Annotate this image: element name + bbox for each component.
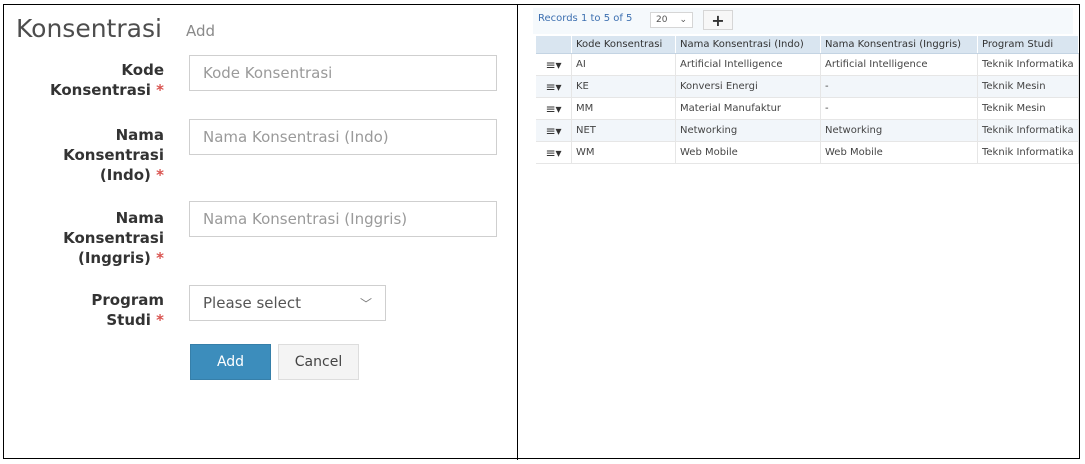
row-menu-icon[interactable]: ≡▾: [536, 97, 572, 120]
menu-column-header: [536, 36, 572, 54]
required-mark: *: [156, 81, 164, 99]
add-record-button[interactable]: +: [703, 10, 733, 30]
records-count: Records 1 to 5 of 5: [538, 13, 633, 24]
nama-konsentrasi-indo-input[interactable]: [189, 119, 497, 155]
cell-nama-inggris: Networking: [820, 119, 978, 142]
cell-nama-indo: Konversi Energi: [675, 75, 821, 98]
kode-konsentrasi-input[interactable]: [189, 55, 497, 91]
required-mark: *: [156, 249, 164, 267]
required-mark: *: [156, 311, 164, 329]
table-row: ≡▾ AI Artificial Intelligence Artificial…: [536, 53, 1079, 76]
cell-nama-inggris: Artificial Intelligence: [820, 53, 978, 76]
row-menu-icon[interactable]: ≡▾: [536, 53, 572, 76]
cell-program-studi: Teknik Informatika: [977, 141, 1079, 164]
select-value: Please select: [203, 294, 302, 312]
page-size-select[interactable]: 20 ⌄: [650, 12, 693, 28]
column-header[interactable]: Kode Konsentrasi: [571, 36, 676, 54]
cell-program-studi: Teknik Mesin: [977, 75, 1079, 98]
page-size-value: 20: [656, 15, 668, 25]
label-nama-konsentrasi-inggris: Nama Konsentrasi (Inggris) *: [63, 209, 164, 267]
cell-kode: MM: [571, 97, 676, 120]
cell-kode: WM: [571, 141, 676, 164]
program-studi-select[interactable]: Please select ﹀: [189, 285, 386, 321]
table-row: ≡▾ MM Material Manufaktur - Teknik Mesin: [536, 97, 1079, 120]
column-header[interactable]: Program Studi: [977, 36, 1079, 54]
panel-divider: [517, 4, 518, 460]
label-kode-konsentrasi: Kode Konsentrasi *: [50, 61, 164, 99]
cell-nama-inggris: Web Mobile: [820, 141, 978, 164]
cell-nama-indo: Artificial Intelligence: [675, 53, 821, 76]
table-row: ≡▾ WM Web Mobile Web Mobile Teknik Infor…: [536, 141, 1079, 164]
cell-kode: KE: [571, 75, 676, 98]
column-header[interactable]: Nama Konsentrasi (Inggris): [820, 36, 978, 54]
cell-nama-indo: Networking: [675, 119, 821, 142]
cell-kode: NET: [571, 119, 676, 142]
table-row: ≡▾ NET Networking Networking Teknik Info…: [536, 119, 1079, 142]
label-program-studi: Program Studi *: [91, 291, 164, 329]
cancel-button[interactable]: Cancel: [278, 344, 359, 380]
row-menu-icon[interactable]: ≡▾: [536, 75, 572, 98]
cell-nama-indo: Material Manufaktur: [675, 97, 821, 120]
cell-program-studi: Teknik Informatika: [977, 119, 1079, 142]
cell-kode: AI: [571, 53, 676, 76]
add-button[interactable]: Add: [190, 344, 271, 380]
label-nama-konsentrasi-indo: Nama Konsentrasi (Indo) *: [63, 126, 164, 184]
row-menu-icon[interactable]: ≡▾: [536, 119, 572, 142]
records-table: Kode Konsentrasi Nama Konsentrasi (Indo)…: [536, 36, 1079, 164]
chevron-down-icon: ﹀: [359, 296, 372, 311]
page-title: Konsentrasi: [16, 14, 162, 43]
column-header[interactable]: Nama Konsentrasi (Indo): [675, 36, 821, 54]
cell-nama-inggris: -: [820, 75, 978, 98]
row-menu-icon[interactable]: ≡▾: [536, 141, 572, 164]
cell-program-studi: Teknik Mesin: [977, 97, 1079, 120]
cell-nama-indo: Web Mobile: [675, 141, 821, 164]
required-mark: *: [156, 166, 164, 184]
chevron-down-icon: ⌄: [679, 15, 687, 25]
cell-nama-inggris: -: [820, 97, 978, 120]
page-subtitle: Add: [186, 22, 216, 40]
table-row: ≡▾ KE Konversi Energi - Teknik Mesin: [536, 75, 1079, 98]
table-header-row: Kode Konsentrasi Nama Konsentrasi (Indo)…: [536, 36, 1079, 54]
nama-konsentrasi-inggris-input[interactable]: [189, 201, 497, 237]
cell-program-studi: Teknik Informatika: [977, 53, 1079, 76]
